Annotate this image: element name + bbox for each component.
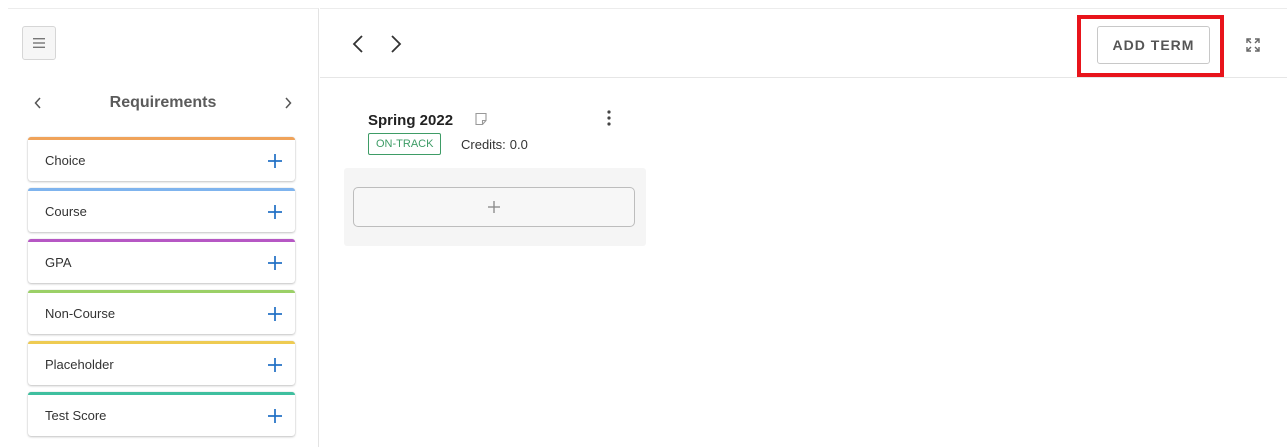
requirement-item[interactable]: Test Score [28, 392, 295, 436]
chevron-left-icon [34, 97, 41, 109]
chevron-right-icon [285, 97, 292, 109]
expand-icon[interactable] [1246, 38, 1260, 52]
term-next-button[interactable] [386, 33, 406, 55]
requirements-next-button[interactable] [278, 93, 298, 113]
add-requirement-plus-icon[interactable] [267, 153, 283, 169]
requirements-list: Choice Course GPA Non-Course Placeholder Test… [28, 137, 295, 443]
plus-icon [488, 201, 500, 213]
requirement-item[interactable]: Placeholder [28, 341, 295, 385]
requirements-header: Requirements [28, 91, 298, 115]
requirement-label: GPA [45, 255, 72, 270]
credits-value: 0.0 [509, 137, 528, 152]
term-card: Spring 2022 ON-TRACK Credits: 0.0 [344, 100, 646, 246]
requirements-prev-button[interactable] [28, 93, 48, 113]
requirement-item[interactable]: Course [28, 188, 295, 232]
credits-label: Credits: [461, 137, 506, 152]
requirement-item[interactable]: Choice [28, 137, 295, 181]
note-icon[interactable] [474, 112, 488, 126]
requirement-label: Choice [45, 153, 86, 168]
add-requirement-plus-icon[interactable] [267, 357, 283, 373]
term-title: Spring 2022 [368, 112, 454, 129]
kebab-menu-icon [607, 110, 611, 126]
add-requirement-plus-icon[interactable] [267, 255, 283, 271]
term-prev-button[interactable] [348, 33, 368, 55]
term-body [344, 168, 646, 246]
requirement-item[interactable]: GPA [28, 239, 295, 283]
status-badge: ON-TRACK [368, 133, 442, 155]
add-requirement-plus-icon[interactable] [267, 408, 283, 424]
chevron-left-icon [352, 35, 363, 53]
menu-button[interactable] [22, 26, 56, 60]
add-course-button[interactable] [353, 187, 635, 227]
chevron-right-icon [391, 35, 402, 53]
term-menu-button[interactable] [602, 108, 616, 128]
requirement-label: Non-Course [45, 306, 116, 321]
requirement-item[interactable]: Non-Course [28, 290, 295, 334]
requirements-title: Requirements [109, 94, 217, 111]
add-term-button[interactable]: ADD TERM [1097, 26, 1210, 64]
credits-summary: Credits: 0.0 [461, 137, 528, 152]
requirements-sidebar: Requirements Choice Course GPA Non-Course Pl… [8, 8, 319, 447]
hamburger-menu-icon [33, 38, 45, 48]
planner-toolbar: ADD TERM [320, 8, 1287, 78]
add-requirement-plus-icon[interactable] [267, 306, 283, 322]
requirement-label: Placeholder [45, 357, 114, 372]
add-requirement-plus-icon[interactable] [267, 204, 283, 220]
requirement-label: Course [45, 204, 87, 219]
requirement-label: Test Score [45, 408, 107, 423]
